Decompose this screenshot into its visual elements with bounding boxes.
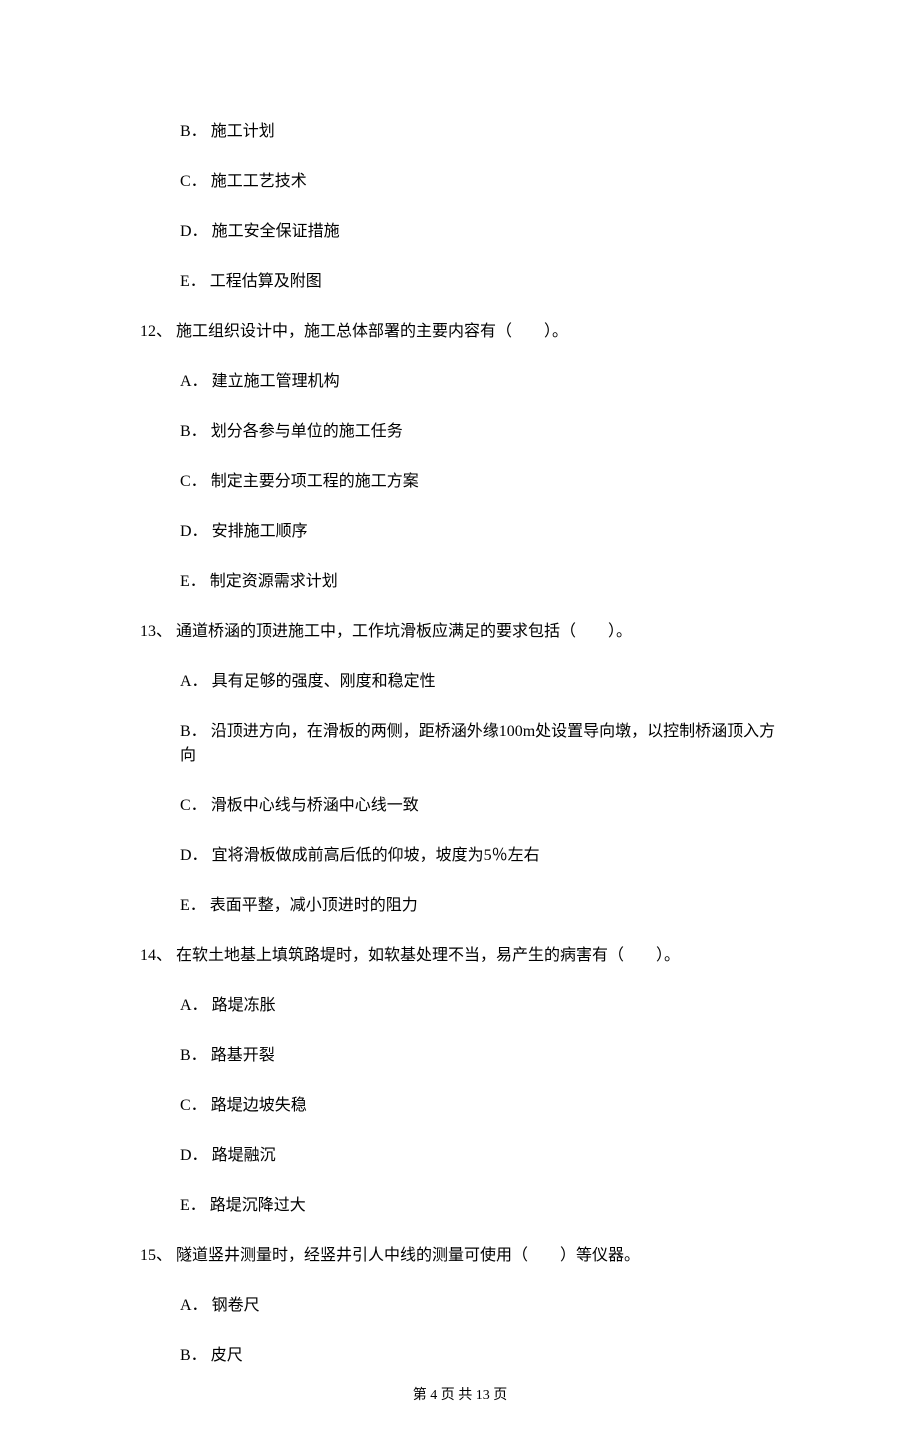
option-text: 施工计划 [211,123,275,140]
answer-option: A． 路堤冻胀 [180,994,780,1018]
question-15: 15、 隧道竖井测量时，经竖井引人中线的测量可使用（ ）等仪器。 [140,1244,780,1268]
answer-option: C． 施工工艺技术 [180,170,780,194]
option-letter: B． [180,1347,207,1364]
document-page: B． 施工计划 C． 施工工艺技术 D． 施工安全保证措施 E． 工程估算及附图… [0,0,920,1434]
answer-option: C． 路堤边坡失稳 [180,1094,780,1118]
answer-option: D． 路堤融沉 [180,1144,780,1168]
option-text: 钢卷尺 [212,1297,260,1314]
option-letter: A． [180,673,208,690]
option-text: 路基开裂 [211,1047,275,1064]
question-number: 15、 [140,1247,172,1264]
option-letter: D． [180,847,208,864]
answer-option: E． 表面平整，减小顶进时的阻力 [180,894,780,918]
option-letter: C． [180,473,207,490]
answer-option: E． 工程估算及附图 [180,270,780,294]
option-letter: C． [180,797,207,814]
option-text: 路堤冻胀 [212,997,276,1014]
answer-option: B． 施工计划 [180,120,780,144]
option-letter: E． [180,1197,206,1214]
option-letter: B． [180,723,207,740]
option-text: 路堤边坡失稳 [211,1097,307,1114]
question-stem: 隧道竖井测量时，经竖井引人中线的测量可使用（ ）等仪器。 [176,1247,640,1264]
answer-option: A． 建立施工管理机构 [180,370,780,394]
answer-option: D． 安排施工顺序 [180,520,780,544]
question-stem: 通道桥涵的顶进施工中，工作坑滑板应满足的要求包括（ ）。 [176,623,632,640]
answer-option: C． 滑板中心线与桥涵中心线一致 [180,794,780,818]
option-letter: A． [180,997,208,1014]
option-text: 沿顶进方向，在滑板的两侧，距桥涵外缘100m处设置导向墩，以控制桥涵顶入方向 [180,723,775,764]
question-number: 13、 [140,623,172,640]
option-letter: E． [180,897,206,914]
option-letter: D． [180,223,208,240]
answer-option: E． 路堤沉降过大 [180,1194,780,1218]
option-letter: B． [180,1047,207,1064]
option-text: 路堤融沉 [212,1147,276,1164]
option-letter: E． [180,273,206,290]
question-stem: 在软土地基上填筑路堤时，如软基处理不当，易产生的病害有（ ）。 [176,947,680,964]
answer-option: D． 施工安全保证措施 [180,220,780,244]
question-13: 13、 通道桥涵的顶进施工中，工作坑滑板应满足的要求包括（ ）。 [140,620,780,644]
option-letter: C． [180,1097,207,1114]
question-14: 14、 在软土地基上填筑路堤时，如软基处理不当，易产生的病害有（ ）。 [140,944,780,968]
question-stem: 施工组织设计中，施工总体部署的主要内容有（ ）。 [176,323,568,340]
option-text: 施工安全保证措施 [212,223,340,240]
option-text: 制定资源需求计划 [210,573,338,590]
answer-option: C． 制定主要分项工程的施工方案 [180,470,780,494]
option-text: 表面平整，减小顶进时的阻力 [210,897,418,914]
option-letter: C． [180,173,207,190]
option-text: 皮尺 [211,1347,243,1364]
option-letter: B． [180,423,207,440]
answer-option: B． 皮尺 [180,1344,780,1368]
answer-option: A． 钢卷尺 [180,1294,780,1318]
option-text: 安排施工顺序 [212,523,308,540]
question-number: 14、 [140,947,172,964]
question-number: 12、 [140,323,172,340]
option-text: 宜将滑板做成前高后低的仰坡，坡度为5％左右 [212,847,540,864]
option-text: 路堤沉降过大 [210,1197,306,1214]
option-text: 滑板中心线与桥涵中心线一致 [211,797,419,814]
answer-option: B． 划分各参与单位的施工任务 [180,420,780,444]
option-text: 具有足够的强度、刚度和稳定性 [212,673,436,690]
answer-option: B． 路基开裂 [180,1044,780,1068]
option-letter: E． [180,573,206,590]
option-text: 建立施工管理机构 [212,373,340,390]
option-text: 工程估算及附图 [210,273,322,290]
answer-option: A． 具有足够的强度、刚度和稳定性 [180,670,780,694]
option-text: 制定主要分项工程的施工方案 [211,473,419,490]
option-letter: A． [180,1297,208,1314]
option-letter: D． [180,1147,208,1164]
option-text: 划分各参与单位的施工任务 [211,423,403,440]
answer-option: E． 制定资源需求计划 [180,570,780,594]
question-12: 12、 施工组织设计中，施工总体部署的主要内容有（ ）。 [140,320,780,344]
option-letter: B． [180,123,207,140]
option-letter: D． [180,523,208,540]
page-footer: 第 4 页 共 13 页 [0,1385,920,1406]
option-text: 施工工艺技术 [211,173,307,190]
answer-option: B． 沿顶进方向，在滑板的两侧，距桥涵外缘100m处设置导向墩，以控制桥涵顶入方… [180,720,780,768]
option-letter: A． [180,373,208,390]
answer-option: D． 宜将滑板做成前高后低的仰坡，坡度为5％左右 [180,844,780,868]
